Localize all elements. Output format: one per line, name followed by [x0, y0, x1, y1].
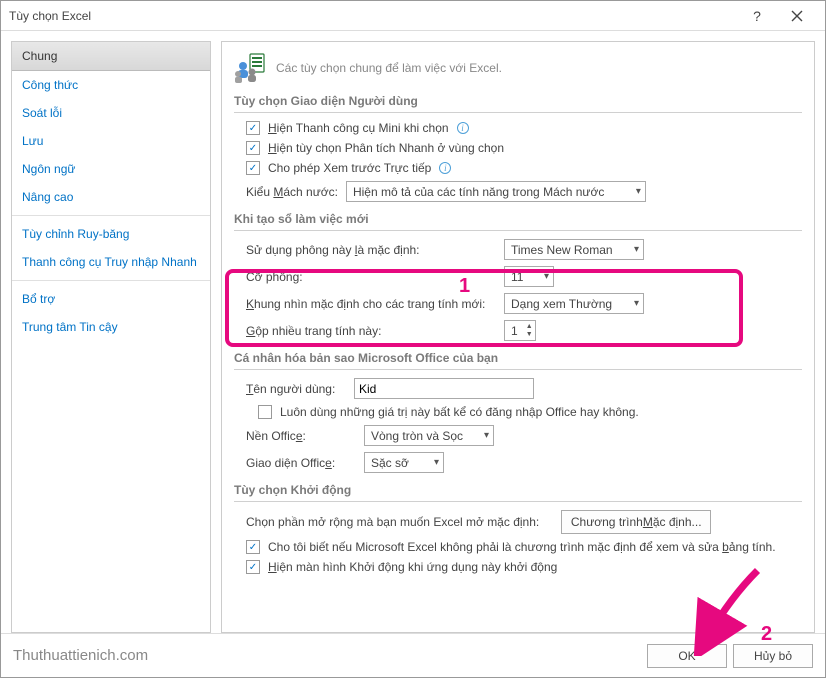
label-font-size: Cỡ phông:	[246, 270, 496, 284]
combo-font-size[interactable]: 11	[504, 266, 554, 287]
help-button[interactable]: ?	[737, 1, 777, 31]
label-always-use: Luôn dùng những giá trị này bất kể có đă…	[280, 405, 639, 419]
ok-button[interactable]: OK	[647, 644, 727, 668]
section-ui-title: Tùy chọn Giao diện Người dùng	[234, 94, 802, 113]
close-button[interactable]	[777, 1, 817, 31]
dialog-footer: Thuthuattienich.com OK Hủy bỏ	[1, 633, 825, 677]
checkbox-mini-toolbar[interactable]: ✓	[246, 121, 260, 135]
label-default-view: Khung nhìn mặc định cho các trang tính m…	[246, 297, 496, 311]
label-office-bg: Nền Office:	[246, 429, 356, 443]
section-new-title: Khi tạo sổ làm việc mới	[234, 212, 802, 231]
checkbox-quick-analysis[interactable]: ✓	[246, 141, 260, 155]
title-bar: Tùy chọn Excel ?	[1, 1, 825, 31]
category-sidebar: Chung Công thức Soát lỗi Lưu Ngôn ngữ Nâ…	[11, 41, 211, 633]
input-username[interactable]	[354, 378, 534, 399]
sidebar-item-cong-thuc[interactable]: Công thức	[12, 71, 210, 99]
label-office-theme: Giao diện Office:	[246, 456, 356, 470]
header-text: Các tùy chọn chung để làm việc với Excel…	[276, 61, 502, 75]
section-startup-title: Tùy chọn Khởi động	[234, 483, 802, 502]
checkbox-tell-me[interactable]: ✓	[246, 540, 260, 554]
sidebar-item-ngon-ngu[interactable]: Ngôn ngữ	[12, 155, 210, 183]
combo-office-theme[interactable]: Sặc sỡ	[364, 452, 444, 473]
cancel-button[interactable]: Hủy bỏ	[733, 644, 813, 668]
sidebar-item-ribbon[interactable]: Tùy chỉnh Ruy-băng	[12, 220, 210, 248]
general-options-icon	[234, 52, 266, 84]
info-icon[interactable]: i	[439, 162, 451, 174]
sidebar-item-soat-loi[interactable]: Soát lỗi	[12, 99, 210, 127]
sidebar-item-luu[interactable]: Lưu	[12, 127, 210, 155]
combo-screentip[interactable]: Hiện mô tả của các tính năng trong Mách …	[346, 181, 646, 202]
default-programs-button[interactable]: Chương trình Mặc định...	[561, 510, 711, 534]
section-personal-title: Cá nhân hóa bản sao Microsoft Office của…	[234, 351, 802, 370]
checkbox-always-use[interactable]	[258, 405, 272, 419]
sidebar-item-trust[interactable]: Trung tâm Tin cậy	[12, 313, 210, 341]
label-default-ext: Chọn phần mở rộng mà bạn muốn Excel mở m…	[246, 515, 539, 529]
checkbox-live-preview[interactable]: ✓	[246, 161, 260, 175]
label-mini-toolbar: Hiện Thanh công cụ Mini khi chọn	[268, 121, 449, 135]
checkbox-start-screen[interactable]: ✓	[246, 560, 260, 574]
combo-default-font[interactable]: Times New Roman	[504, 239, 644, 260]
watermark-text: Thuthuattienich.com	[13, 647, 641, 664]
sidebar-item-addins[interactable]: Bổ trợ	[12, 285, 210, 313]
combo-default-view[interactable]: Dạng xem Thường	[504, 293, 644, 314]
combo-office-bg[interactable]: Vòng tròn và Sọc	[364, 425, 494, 446]
label-screentip: Kiểu Mách nước:	[246, 185, 338, 199]
sidebar-item-chung[interactable]: Chung	[12, 42, 210, 71]
spinner-sheet-count[interactable]: 1 ▲▼	[504, 320, 536, 341]
label-tell-me: Cho tôi biết nếu Microsoft Excel không p…	[268, 540, 776, 554]
label-username: Tên người dùng:	[246, 382, 346, 396]
label-default-font: Sử dụng phông này là mặc định:	[246, 243, 496, 257]
label-sheet-count: Gộp nhiều trang tính này:	[246, 324, 496, 338]
info-icon[interactable]: i	[457, 122, 469, 134]
sidebar-item-nang-cao[interactable]: Nâng cao	[12, 183, 210, 211]
main-panel: Các tùy chọn chung để làm việc với Excel…	[221, 41, 815, 633]
window-title: Tùy chọn Excel	[9, 9, 737, 23]
label-live-preview: Cho phép Xem trước Trực tiếp	[268, 161, 431, 175]
sidebar-item-qat[interactable]: Thanh công cụ Truy nhập Nhanh	[12, 248, 210, 276]
label-start-screen: Hiện màn hình Khởi động khi ứng dụng này…	[268, 560, 557, 574]
label-quick-analysis: Hiện tùy chọn Phân tích Nhanh ở vùng chọ…	[268, 141, 504, 155]
